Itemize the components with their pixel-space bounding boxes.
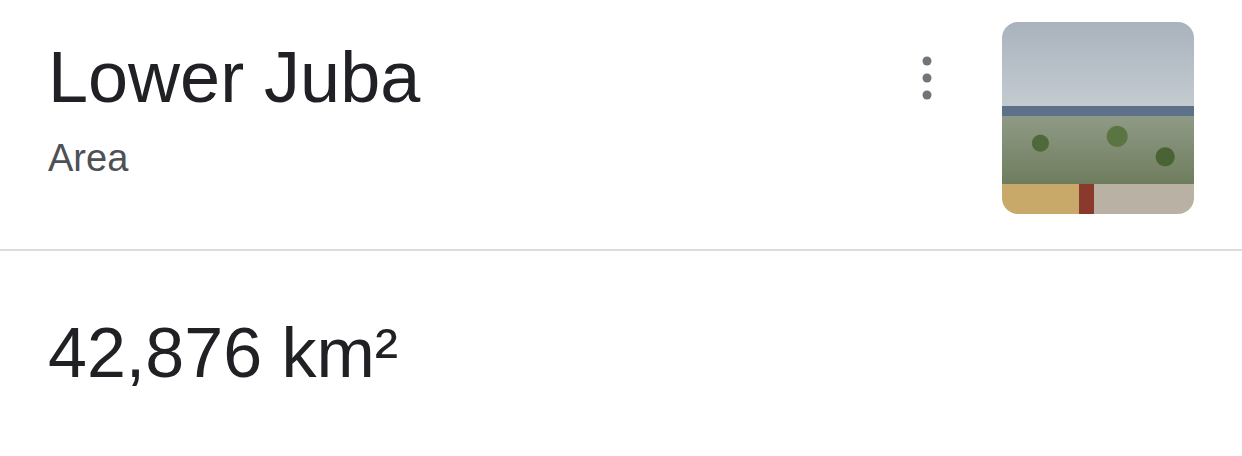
panel-title: Lower Juba bbox=[48, 34, 916, 120]
area-value-section: 42,876 km² bbox=[0, 251, 1242, 395]
panel-subtitle: Area bbox=[48, 136, 916, 182]
thumbnail-photo[interactable] bbox=[1002, 22, 1194, 214]
panel-header: Lower Juba Area bbox=[0, 0, 1242, 251]
more-vertical-icon bbox=[920, 56, 934, 100]
knowledge-panel: Lower Juba Area 42,876 km² bbox=[0, 0, 1242, 456]
more-options-button[interactable] bbox=[916, 52, 938, 104]
title-block: Lower Juba Area bbox=[48, 22, 916, 182]
area-value: 42,876 km² bbox=[48, 311, 1194, 395]
